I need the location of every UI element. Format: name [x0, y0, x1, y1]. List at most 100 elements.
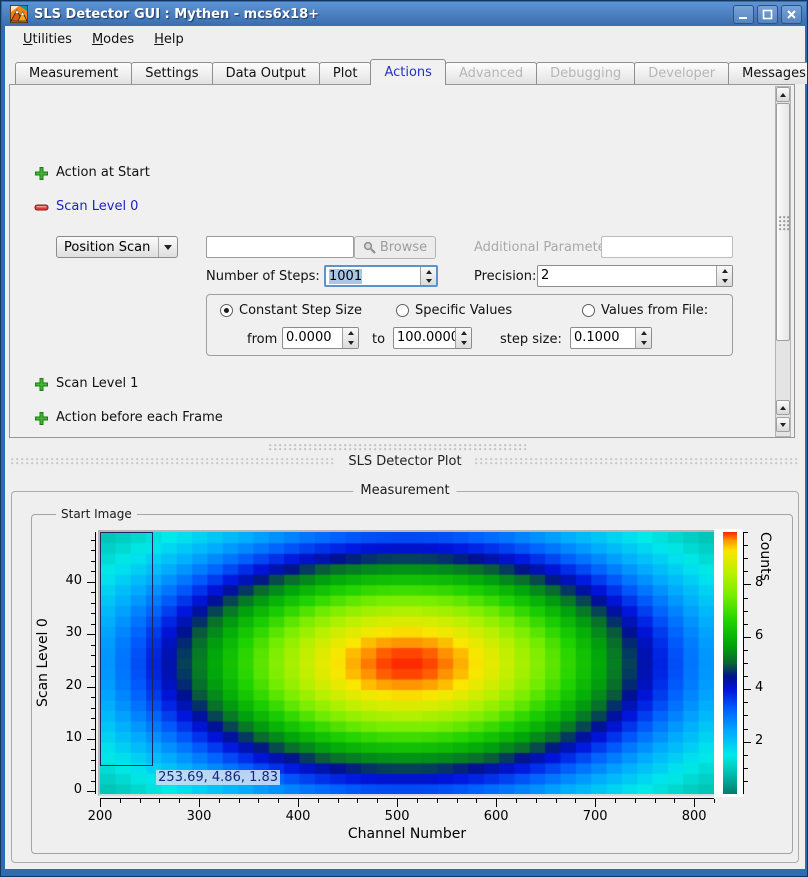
- x-minor-tick: [655, 799, 656, 803]
- x-minor-tick: [159, 799, 160, 803]
- close-button[interactable]: [781, 5, 802, 24]
- menu-modes[interactable]: Modes: [82, 30, 144, 49]
- colorbar-minor-tick: [744, 624, 748, 625]
- x-minor-tick: [615, 799, 616, 803]
- y-major-tick: [87, 791, 95, 792]
- colorbar-minor-tick: [744, 611, 748, 612]
- values-from-file-radio[interactable]: [582, 304, 595, 317]
- colorbar-minor-tick: [744, 571, 748, 572]
- y-minor-tick: [91, 708, 95, 709]
- x-minor-tick: [278, 799, 279, 803]
- colorbar-minor-tick: [744, 715, 748, 716]
- x-minor-tick: [457, 799, 458, 803]
- colorbar-major-tick: [744, 742, 751, 743]
- collapse-minus-icon[interactable]: [34, 200, 49, 215]
- additional-parameter-input: [601, 236, 733, 258]
- maximize-button[interactable]: [757, 5, 778, 24]
- tab-plot[interactable]: Plot: [319, 62, 372, 84]
- action-before-frame-label[interactable]: Action before each Frame: [56, 410, 223, 425]
- y-minor-tick: [91, 571, 95, 572]
- tab-settings[interactable]: Settings: [131, 62, 212, 84]
- step-size-spinbox[interactable]: 0.1000: [570, 327, 652, 349]
- x-minor-tick: [417, 799, 418, 803]
- y-minor-tick: [91, 550, 95, 551]
- combo-dropdown-button[interactable]: [158, 237, 177, 257]
- tab-actions[interactable]: Actions: [370, 59, 446, 85]
- y-axis-title: Scan Level 0: [34, 532, 52, 794]
- number-of-steps-spinbox[interactable]: 1001: [324, 265, 438, 287]
- tab-measurement[interactable]: Measurement: [15, 62, 132, 84]
- x-minor-tick: [318, 799, 319, 803]
- minimize-button[interactable]: [733, 5, 754, 24]
- splitter-handle[interactable]: [269, 444, 529, 451]
- scan-script-input[interactable]: [206, 236, 354, 258]
- x-minor-tick: [120, 799, 121, 803]
- additional-parameter-label: Additional Parameter:: [474, 240, 615, 255]
- constant-step-size-label[interactable]: Constant Step Size: [239, 303, 362, 318]
- x-tick-label: 600: [471, 809, 521, 824]
- spin-up-icon: [461, 331, 467, 335]
- scan-mode-select[interactable]: Position Scan: [56, 236, 178, 258]
- tab-data-output[interactable]: Data Output: [212, 62, 320, 84]
- spin-up-button[interactable]: [636, 328, 651, 338]
- scroll-down-button[interactable]: [776, 417, 790, 432]
- menu-utilities[interactable]: Utilities: [13, 30, 82, 49]
- vertical-scrollbar[interactable]: [775, 86, 791, 437]
- tab-messages[interactable]: Messages: [728, 62, 808, 84]
- specific-values-radio[interactable]: [396, 304, 409, 317]
- heatmap-canvas[interactable]: [100, 532, 714, 794]
- constant-step-size-radio[interactable]: [220, 304, 233, 317]
- spin-down-button[interactable]: [343, 338, 358, 348]
- menu-help[interactable]: Help: [144, 30, 194, 49]
- spin-up-button[interactable]: [343, 328, 358, 338]
- colorbar-minor-tick: [744, 558, 748, 559]
- spin-down-icon: [426, 279, 432, 283]
- spin-down-button[interactable]: [456, 338, 471, 348]
- action-at-start-label[interactable]: Action at Start: [56, 165, 150, 180]
- x-minor-tick: [239, 799, 240, 803]
- spin-up-icon: [722, 269, 728, 273]
- colorbar-title: Counts: [757, 532, 773, 794]
- maximize-icon: [762, 9, 773, 20]
- expand-plus-icon[interactable]: [34, 411, 49, 426]
- from-spinbox[interactable]: 0.0000: [282, 327, 359, 349]
- precision-value: 2: [538, 266, 716, 286]
- x-minor-tick: [179, 799, 180, 803]
- colorbar-minor-tick: [744, 781, 748, 782]
- y-minor-tick: [91, 655, 95, 656]
- browse-label: Browse: [380, 240, 427, 255]
- x-minor-tick: [437, 799, 438, 803]
- spin-up-button[interactable]: [456, 328, 471, 338]
- plot-dock-titlebar[interactable]: SLS Detector Plot: [5, 454, 805, 470]
- scrollbar-thumb[interactable]: [776, 103, 790, 341]
- spin-up-button[interactable]: [717, 266, 732, 276]
- x-minor-tick: [536, 799, 537, 803]
- x-minor-tick: [575, 799, 576, 803]
- expand-plus-icon[interactable]: [34, 377, 49, 392]
- to-spinbox[interactable]: 100.0000: [393, 327, 472, 349]
- plot-dock-title: SLS Detector Plot: [348, 454, 461, 469]
- values-from-file-label[interactable]: Values from File:: [601, 303, 708, 318]
- precision-spinbox[interactable]: 2: [537, 265, 733, 287]
- y-major-tick: [87, 739, 95, 740]
- x-tick-label: 400: [273, 809, 323, 824]
- x-tick-label: 800: [669, 809, 719, 824]
- title-bar[interactable]: SLS Detector GUI : Mythen - mcs6x18+: [2, 2, 806, 26]
- spin-up-button[interactable]: [421, 267, 436, 276]
- y-minor-tick: [91, 781, 95, 782]
- spin-down-button[interactable]: [421, 276, 436, 285]
- tab-developer: Developer: [634, 62, 729, 84]
- scroll-up-button[interactable]: [776, 400, 790, 415]
- x-minor-tick: [258, 799, 259, 803]
- scroll-up-button[interactable]: [776, 87, 790, 102]
- actions-panel: Action at Start Scan Level 0 Position Sc…: [9, 84, 795, 438]
- expand-plus-icon[interactable]: [34, 166, 49, 181]
- x-minor-tick: [140, 799, 141, 803]
- magnifier-icon: [363, 241, 376, 254]
- scan-level-1-label[interactable]: Scan Level 1: [56, 376, 138, 391]
- spin-down-button[interactable]: [717, 276, 732, 286]
- scan-level-0-label[interactable]: Scan Level 0: [56, 199, 138, 214]
- specific-values-label[interactable]: Specific Values: [415, 303, 512, 318]
- spin-down-button[interactable]: [636, 338, 651, 348]
- x-minor-tick: [219, 799, 220, 803]
